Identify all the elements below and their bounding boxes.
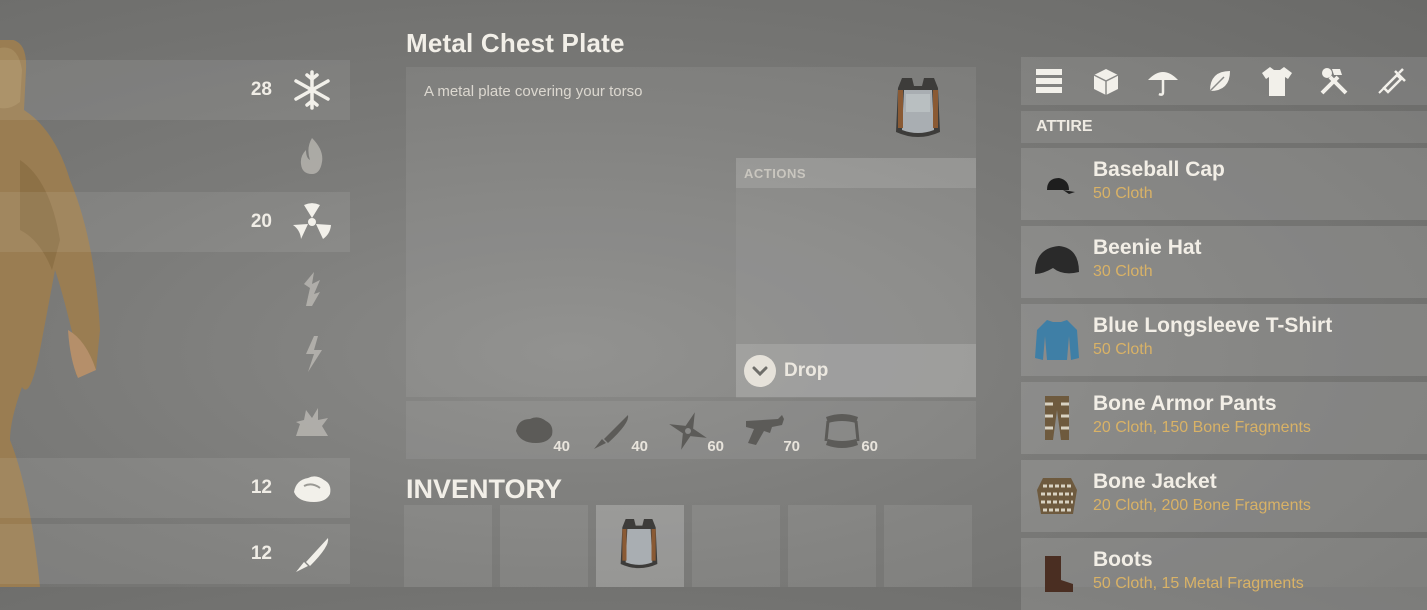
inventory-slot-selected[interactable] (596, 505, 684, 587)
leaf-icon[interactable] (1202, 63, 1238, 99)
umbrella-icon[interactable] (1145, 63, 1181, 99)
radiation-icon (293, 203, 331, 239)
actions-header: ACTIONS (736, 158, 976, 188)
stat-row-explosion (0, 390, 350, 450)
bleed-icon (304, 272, 320, 306)
stat-row-bleeding (0, 258, 350, 318)
stat-row-radiation: 20 (0, 192, 350, 252)
stat-value: 28 (250, 79, 272, 100)
inventory-slot[interactable] (788, 505, 876, 587)
protection-blunt: 40 (512, 407, 572, 457)
item-description: A metal plate covering your torso (424, 83, 643, 100)
recipe-name: Bone Armor Pants (1093, 392, 1277, 415)
snowflake-icon (294, 70, 330, 110)
recipe-cost: 30 Cloth (1093, 263, 1153, 280)
rock-icon (516, 417, 553, 443)
inventory-title: INVENTORY (406, 474, 563, 504)
protection-value: 60 (707, 438, 724, 455)
lightning-icon (306, 336, 322, 372)
protection-bite: 60 (820, 407, 880, 457)
recipe-cost: 50 Cloth (1093, 341, 1153, 358)
protection-panel: 40 40 60 70 60 (406, 401, 976, 459)
stat-row-electric (0, 324, 350, 384)
metal-chest-plate-icon (896, 78, 940, 137)
shuriken-icon (669, 412, 707, 450)
shirt-icon[interactable] (1259, 63, 1295, 99)
recipe-blue-longsleeve[interactable]: Blue Longsleeve T-Shirt 50 Cloth (1021, 304, 1427, 376)
storage-icon[interactable] (1031, 63, 1067, 99)
protection-value: 60 (861, 438, 878, 455)
recipe-boots[interactable]: Boots 50 Cloth, 15 Metal Fragments (1021, 538, 1427, 610)
blade-icon (594, 415, 629, 449)
fire-icon (300, 138, 323, 174)
crafting-category-bar (1021, 57, 1427, 105)
baseball-cap-icon (1047, 178, 1075, 194)
protection-value: 40 (631, 438, 648, 455)
protection-value: 40 (553, 438, 570, 455)
tools-icon[interactable] (1316, 63, 1352, 99)
recipe-cost: 50 Cloth, 15 Metal Fragments (1093, 575, 1304, 592)
recipe-beenie-hat[interactable]: Beenie Hat 30 Cloth (1021, 226, 1427, 298)
item-title: Metal Chest Plate (406, 28, 625, 58)
inventory-slot[interactable] (692, 505, 780, 587)
stat-row-cold: 28 (0, 60, 350, 120)
recipe-cost: 20 Cloth, 200 Bone Fragments (1093, 497, 1311, 514)
protection-slash: 40 (590, 407, 650, 457)
syringe-icon[interactable] (1373, 63, 1409, 99)
recipe-name: Beenie Hat (1093, 236, 1202, 259)
recipe-name: Boots (1093, 548, 1153, 571)
inventory-slot[interactable] (500, 505, 588, 587)
explosion-icon (296, 408, 328, 436)
drop-label: Drop (784, 359, 829, 381)
chevron-down-icon (744, 354, 776, 387)
protection-value: 70 (783, 438, 800, 455)
stat-value: 12 (250, 543, 272, 564)
stat-row-slash: 12 (0, 524, 350, 584)
recipe-bone-jacket[interactable]: Bone Jacket 20 Cloth, 200 Bone Fragments (1021, 460, 1427, 532)
stat-row-heat (0, 126, 350, 186)
stat-row-blunt: 12 (0, 458, 350, 518)
knife-icon (296, 538, 329, 572)
beenie-hat-icon (1035, 246, 1079, 274)
bone-armor-pants-icon (1045, 396, 1069, 440)
recipe-name: Baseball Cap (1093, 158, 1225, 181)
protection-stab: 60 (666, 407, 726, 457)
recipe-cost: 50 Cloth (1093, 185, 1153, 202)
recipe-baseball-cap[interactable]: Baseball Cap 50 Cloth (1021, 148, 1427, 220)
recipe-bone-armor-pants[interactable]: Bone Armor Pants 20 Cloth, 150 Bone Frag… (1021, 382, 1427, 454)
inventory-slot[interactable] (884, 505, 972, 587)
recipe-name: Blue Longsleeve T-Shirt (1093, 314, 1333, 337)
protection-bullet: 70 (742, 407, 802, 457)
boots-icon (1045, 556, 1073, 592)
bone-jacket-icon (1037, 478, 1077, 514)
blue-longsleeve-icon (1035, 320, 1079, 360)
inventory-slot[interactable] (404, 505, 492, 587)
recipe-cost: 20 Cloth, 150 Bone Fragments (1093, 419, 1311, 436)
attire-section-header: ATTIRE (1021, 111, 1427, 143)
rock-icon (294, 476, 331, 502)
metal-chest-plate-icon (620, 519, 658, 569)
stat-value: 20 (250, 211, 272, 232)
stat-value: 12 (250, 477, 272, 498)
drop-button[interactable]: Drop (736, 344, 976, 397)
bite-icon (824, 414, 860, 448)
block-icon[interactable] (1088, 63, 1124, 99)
recipe-name: Bone Jacket (1093, 470, 1217, 493)
